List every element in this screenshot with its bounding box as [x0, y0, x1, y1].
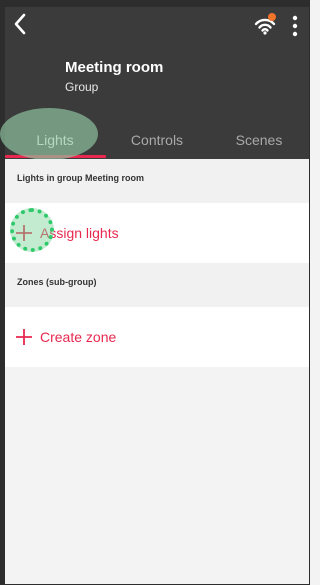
page-subtitle: Group — [65, 80, 99, 94]
create-zone-button[interactable]: Create zone — [5, 307, 309, 367]
more-options-button[interactable] — [285, 13, 305, 39]
tab-controls[interactable]: Controls — [107, 122, 207, 159]
tab-bar: Lights Controls Scenes — [5, 122, 309, 159]
plus-icon — [16, 225, 32, 241]
assign-lights-label: Assign lights — [40, 225, 119, 241]
active-tab-indicator — [5, 155, 106, 158]
more-vertical-icon — [292, 15, 298, 37]
page-title: Meeting room — [65, 59, 164, 76]
lights-section-header: Lights in group Meeting room — [5, 159, 309, 203]
lights-section-title: Lights in group Meeting room — [17, 173, 144, 183]
zones-section-header: Zones (sub-group) — [5, 263, 309, 307]
create-zone-label: Create zone — [40, 329, 117, 345]
tab-lights[interactable]: Lights — [5, 122, 105, 159]
tab-scenes[interactable]: Scenes — [209, 122, 309, 159]
back-button[interactable] — [9, 11, 33, 39]
connection-badge-dot — [268, 13, 276, 21]
assign-lights-button[interactable]: Assign lights — [5, 203, 309, 263]
chevron-left-icon — [14, 13, 26, 35]
plus-icon — [16, 329, 32, 345]
app-header: Meeting room Group Lights Controls Scene… — [5, 7, 309, 159]
zones-section-title: Zones (sub-group) — [17, 277, 97, 287]
connection-status-button[interactable] — [253, 13, 277, 37]
